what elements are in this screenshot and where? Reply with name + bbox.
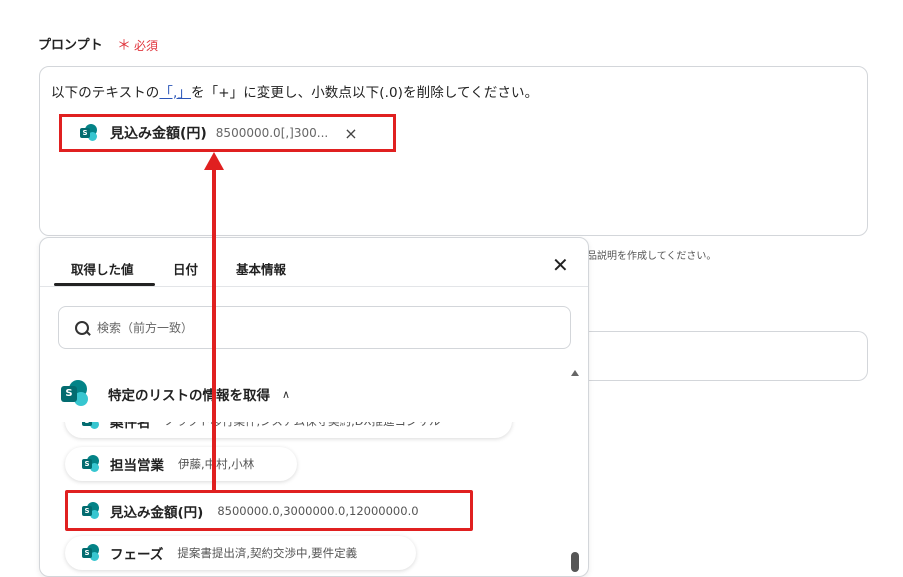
chevron-up-icon[interactable]: ∧: [282, 388, 290, 401]
group-header[interactable]: S 特定のリストの情報を取得 ∧: [61, 380, 290, 408]
group-label: 特定のリストの情報を取得: [108, 388, 270, 404]
prompt-text: 以下のテキストの「,」を「+」に変更し、小数点以下(.0)を削除してください。: [51, 81, 538, 101]
required-star: ＊: [117, 38, 131, 54]
list-item-name: 見込み金額(円): [110, 504, 204, 521]
list-item-name: フェーズ: [110, 547, 164, 563]
sharepoint-icon: S: [82, 455, 100, 473]
list-item-value: 伊藤,中村,小林: [178, 457, 255, 471]
search-placeholder: 検索（前方一致）: [97, 321, 194, 335]
prompt-text-after: を「+」に変更し、小数点以下(.0)を削除してください。: [191, 85, 539, 101]
scrollbar-thumb[interactable]: [571, 552, 579, 572]
search-input[interactable]: 検索（前方一致）: [58, 306, 571, 349]
variable-chip-name: 見込み金額(円): [110, 126, 207, 142]
annotation-arrow-line: [212, 168, 216, 490]
variable-chip[interactable]: S 見込み金額(円) 8500000.0[,]300... ×: [59, 114, 396, 152]
sharepoint-icon: S: [82, 544, 100, 562]
field-label: プロンプト: [38, 38, 103, 53]
list-item-value: 提案書提出済,契約交渉中,要件定義: [177, 546, 358, 560]
sharepoint-icon: S: [80, 124, 98, 142]
sharepoint-icon: S: [82, 501, 100, 520]
scroll-up-arrow[interactable]: [571, 370, 579, 376]
list-item-name: 担当営業: [110, 458, 164, 474]
tab-basic-info[interactable]: 基本情報: [236, 259, 286, 278]
close-icon[interactable]: ✕: [552, 253, 569, 277]
required-badge: ＊必須: [117, 35, 158, 55]
background-hint-text: 品説明を作成してください。: [587, 251, 717, 262]
list-item[interactable]: S 担当営業 伊藤,中村,小林: [65, 447, 297, 481]
prompt-text-before: 以下のテキストの: [51, 85, 160, 101]
required-text: 必須: [134, 39, 159, 53]
tab-date[interactable]: 日付: [173, 259, 198, 278]
tab-divider: [40, 286, 588, 287]
close-icon[interactable]: ×: [344, 124, 357, 143]
list-item-highlighted[interactable]: S 見込み金額(円) 8500000.0,3000000.0,12000000.…: [65, 490, 473, 531]
list-item-value: 8500000.0,3000000.0,12000000.0: [217, 503, 419, 518]
sharepoint-icon: S: [61, 380, 89, 408]
variable-chip-value: 8500000.0[,]300...: [215, 126, 329, 140]
tab-acquired-values[interactable]: 取得した値: [71, 259, 134, 278]
prompt-quoted-char: 「,」: [159, 85, 191, 101]
annotation-arrow-head: [204, 152, 224, 170]
background-input-field[interactable]: [560, 331, 868, 381]
search-icon: [75, 320, 91, 336]
